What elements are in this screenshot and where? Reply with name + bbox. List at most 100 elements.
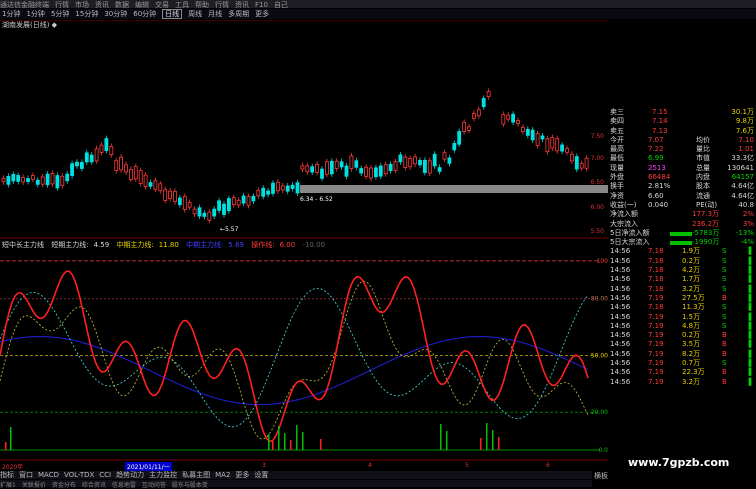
indicator-axis-label: 100: [597, 258, 608, 265]
indicator-tab[interactable]: 设置: [254, 471, 268, 479]
extra-value: -10.00: [302, 241, 326, 249]
menu-item[interactable]: F10: [255, 1, 268, 9]
menu-item[interactable]: 交易: [155, 1, 169, 9]
menu-item[interactable]: 市场: [75, 1, 89, 9]
candle-body: [535, 133, 540, 146]
candle-body: [16, 175, 21, 182]
flow-label: 大宗流入: [610, 219, 638, 228]
tick-time: 14:56: [610, 331, 631, 340]
candle-body: [334, 160, 339, 169]
menu-item[interactable]: 数据: [115, 1, 129, 9]
tick-flag: ▌: [748, 321, 754, 330]
flow-pct: 3%: [742, 219, 754, 228]
year-label: 2020年: [2, 464, 24, 471]
candle-body: [349, 155, 354, 170]
menu-item[interactable]: 工具: [175, 1, 189, 9]
candle-body: [75, 161, 79, 167]
stat-label: 最低: [610, 154, 624, 163]
info-tab[interactable]: 资金分布: [52, 482, 76, 489]
tick-row: 14:56 7.19 0.7万 S ▌: [608, 359, 756, 368]
indicator-tab[interactable]: 私募主图: [182, 471, 210, 479]
period-tab[interactable]: 多周期: [228, 10, 249, 18]
side-label[interactable]: 横板: [594, 471, 608, 481]
stat-row: 外盘 66484 内盘 64157: [608, 173, 756, 182]
tick-side: S: [722, 247, 727, 256]
stat-label: PE(动): [696, 200, 718, 209]
indicator-tab[interactable]: CCI: [99, 471, 111, 479]
indicator-tab[interactable]: MACD: [38, 471, 59, 479]
period-tab[interactable]: 30分钟: [104, 10, 127, 18]
candle-body: [266, 190, 271, 195]
candle-body: [104, 138, 109, 151]
indicator-tab[interactable]: 指标: [0, 471, 14, 479]
menu-item[interactable]: 帮助: [195, 1, 209, 9]
stat-value: 0.040: [648, 200, 669, 209]
tick-side: S: [722, 303, 727, 312]
menu-item[interactable]: 资讯: [235, 1, 249, 9]
candle-body: [530, 129, 535, 141]
menu-item[interactable]: 资讯: [95, 1, 109, 9]
indicator-tab[interactable]: 更多: [235, 471, 249, 479]
indicator-name[interactable]: 短中长主力线: [2, 241, 44, 249]
menu-item[interactable]: 编辑: [135, 1, 149, 9]
chart-area[interactable]: 7.50 7.00 6.50 6.00 5.50 ←5.57 6.34 - 6.52 100 8…: [0, 20, 608, 480]
indicator-tab[interactable]: 窗口: [19, 471, 33, 479]
menu-item[interactable]: 行情: [215, 1, 229, 9]
long-line-value: 5.69: [228, 241, 245, 249]
candle-body: [501, 114, 506, 125]
period-tab[interactable]: 1分钟: [2, 10, 20, 18]
tick-side: S: [722, 275, 727, 284]
tick-time: 14:56: [610, 303, 631, 312]
tick-flag: ▌: [748, 293, 754, 302]
tick-flag: ▌: [748, 247, 754, 256]
period-tab[interactable]: 更多: [255, 10, 269, 18]
tick-row: 14:56 7.19 4.8万 S ▌: [608, 322, 756, 331]
indicator-axis-label: 50.00: [591, 352, 608, 359]
candle-body: [80, 162, 84, 169]
ask-volume: 30.1万: [731, 108, 754, 116]
period-tab[interactable]: 日线: [162, 9, 183, 19]
info-tab[interactable]: 互动问答: [142, 482, 166, 489]
candle-body: [418, 159, 422, 166]
period-tab[interactable]: 60分钟: [133, 10, 156, 18]
candle-body: [422, 159, 427, 173]
candle-body: [84, 152, 89, 163]
info-tab[interactable]: 综合资讯: [82, 482, 106, 489]
info-tab[interactable]: 扩展1: [0, 482, 16, 489]
signal-bar: [440, 424, 442, 450]
ask-price: 7.14: [652, 117, 668, 126]
period-tab[interactable]: 1分钟: [26, 10, 44, 18]
tick-flag: ▌: [748, 284, 754, 293]
indicator-tab[interactable]: 主力监控: [149, 471, 177, 479]
stat-value: 2.81%: [648, 182, 671, 191]
candle-body: [148, 182, 153, 187]
info-tab[interactable]: 信息地雷: [112, 482, 136, 489]
stat-value: 130641: [727, 163, 754, 172]
candle-body: [457, 131, 462, 145]
menu-item[interactable]: 行情: [55, 1, 69, 9]
candle-body: [163, 189, 168, 201]
stat-label: 市值: [696, 154, 710, 163]
candle-body: [94, 148, 99, 162]
candle-body: [447, 157, 452, 164]
period-tab[interactable]: 15分钟: [75, 10, 98, 18]
tick-row: 14:56 7.19 22.3万 B ▌: [608, 368, 756, 377]
info-tab[interactable]: 关联报价: [22, 482, 46, 489]
stat-label: 外盘: [610, 173, 624, 182]
period-tab[interactable]: 周线: [188, 10, 202, 18]
candle-body: [354, 160, 359, 168]
tick-price: 7.19: [648, 340, 664, 349]
stat-label: 换手: [610, 182, 624, 191]
menu-item[interactable]: 自己: [274, 1, 288, 9]
info-tab[interactable]: 股东与股本变: [172, 482, 208, 489]
menu-item[interactable]: 通达信金融终端: [0, 1, 49, 9]
tick-volume: 8.2万: [682, 349, 701, 358]
indicator-tab[interactable]: VOL-TDX: [64, 471, 94, 479]
candle-body: [55, 175, 60, 189]
indicator-tab[interactable]: 趋势动力: [116, 471, 144, 479]
period-tab[interactable]: 月线: [208, 10, 222, 18]
period-tab[interactable]: 5分钟: [51, 10, 69, 18]
signal-bar: [446, 431, 448, 450]
indicator-tab[interactable]: MA2: [215, 471, 230, 479]
candle-body: [236, 199, 241, 206]
